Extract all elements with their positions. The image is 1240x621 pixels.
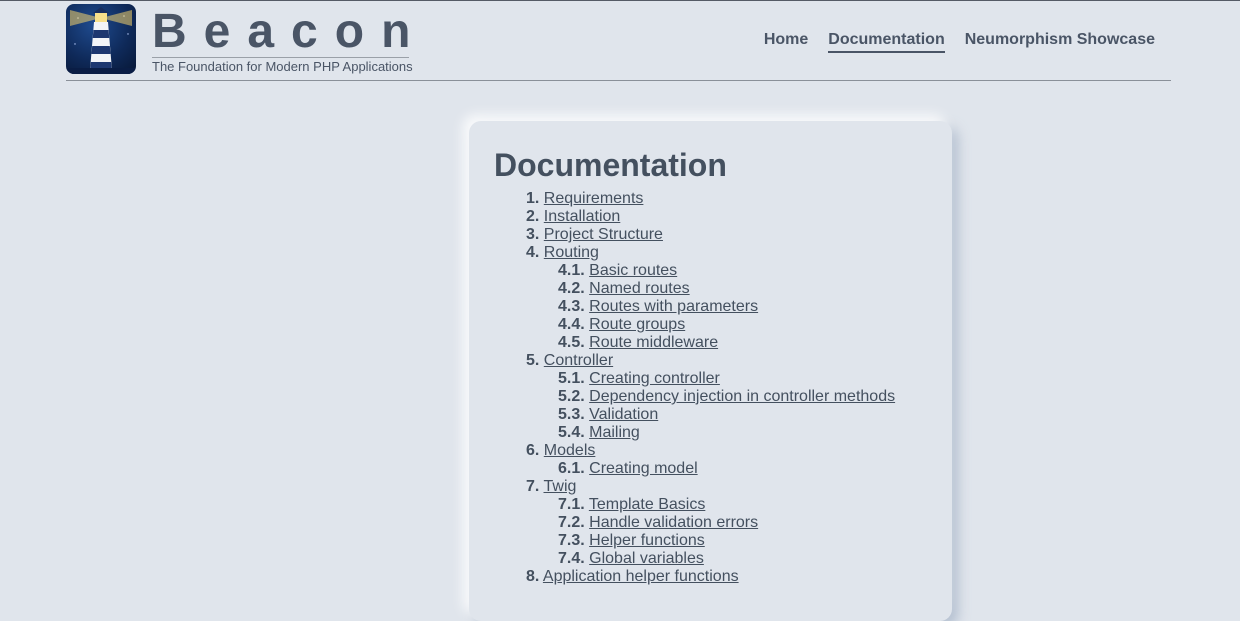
- toc-subitem: 5.4. Mailing: [558, 424, 895, 442]
- toc-link-application-helper-functions[interactable]: Application helper functions: [543, 568, 739, 585]
- toc-subitem-number: 4.1.: [558, 262, 585, 279]
- toc-link-basic-routes[interactable]: Basic routes: [589, 262, 677, 279]
- toc-sublist: 6.1. Creating model: [526, 460, 895, 478]
- toc-link-requirements[interactable]: Requirements: [544, 190, 644, 207]
- brand-subtitle: The Foundation for Modern PHP Applicatio…: [152, 59, 413, 74]
- toc-subitem: 6.1. Creating model: [558, 460, 895, 478]
- toc-subitem-number: 4.5.: [558, 334, 585, 351]
- toc-link-creating-controller[interactable]: Creating controller: [589, 370, 720, 387]
- toc-item-number: 7.: [526, 478, 540, 495]
- toc-sublist: 7.1. Template Basics 7.2. Handle validati…: [526, 496, 895, 568]
- toc-subitem-number: 4.2.: [558, 280, 585, 297]
- toc-subitem-number: 6.1.: [558, 460, 585, 477]
- documentation-card: Documentation 1. Requirements 2. Installa…: [469, 121, 952, 621]
- toc-subitem-number: 7.3.: [558, 532, 585, 549]
- toc-link-creating-model[interactable]: Creating model: [589, 460, 698, 477]
- toc-subitem: 4.4. Route groups: [558, 316, 895, 334]
- toc-item-number: 6.: [526, 442, 540, 459]
- nav-home-link[interactable]: Home: [764, 31, 808, 53]
- toc-link-mailing[interactable]: Mailing: [589, 424, 640, 441]
- toc-sublist: 5.1. Creating controller 5.2. Dependency …: [526, 370, 895, 442]
- toc-subitem-number: 5.1.: [558, 370, 585, 387]
- toc-link-routes-with-parameters[interactable]: Routes with parameters: [589, 298, 758, 315]
- toc-link-twig[interactable]: Twig: [544, 478, 577, 495]
- toc-subitem: 7.2. Handle validation errors: [558, 514, 895, 532]
- toc-subitem-number: 4.4.: [558, 316, 585, 333]
- toc-item: 6. Models 6.1. Creating model: [526, 442, 895, 478]
- toc-link-template-basics[interactable]: Template Basics: [589, 496, 706, 513]
- toc-subitem: 4.2. Named routes: [558, 280, 895, 298]
- toc-subitem: 7.3. Helper functions: [558, 532, 895, 550]
- toc-link-validation[interactable]: Validation: [589, 406, 658, 423]
- toc-item-number: 1.: [526, 190, 540, 207]
- toc-subitem: 5.1. Creating controller: [558, 370, 895, 388]
- toc-link-installation[interactable]: Installation: [544, 208, 621, 225]
- brand-title: Beacon: [152, 5, 428, 58]
- toc-subitem: 4.1. Basic routes: [558, 262, 895, 280]
- toc-link-named-routes[interactable]: Named routes: [589, 280, 690, 297]
- toc-link-routing[interactable]: Routing: [544, 244, 599, 261]
- nav-documentation-link[interactable]: Documentation: [828, 31, 945, 53]
- toc-subitem-number: 7.1.: [558, 496, 585, 513]
- toc-subitem: 7.4. Global variables: [558, 550, 895, 568]
- toc-item-number: 5.: [526, 352, 540, 369]
- toc-item: 8. Application helper functions: [526, 568, 895, 586]
- toc-item-number: 8.: [526, 568, 540, 585]
- toc-item: 2. Installation: [526, 208, 895, 226]
- toc-item: 3. Project Structure: [526, 226, 895, 244]
- toc-subitem-number: 5.2.: [558, 388, 585, 405]
- toc-item-number: 3.: [526, 226, 540, 243]
- toc-item: 7. Twig 7.1. Template Basics 7.2. Handle v…: [526, 478, 895, 568]
- toc-subitem: 4.3. Routes with parameters: [558, 298, 895, 316]
- brand-divider: [152, 57, 409, 58]
- table-of-contents: 1. Requirements 2. Installation 3. Project…: [526, 190, 895, 586]
- toc-subitem: 7.1. Template Basics: [558, 496, 895, 514]
- toc-subitem-number: 7.2.: [558, 514, 585, 531]
- toc-link-project-structure[interactable]: Project Structure: [544, 226, 663, 243]
- toc-item: 1. Requirements: [526, 190, 895, 208]
- toc-item: 5. Controller 5.1. Creating controller 5.2…: [526, 352, 895, 442]
- toc-subitem: 5.2. Dependency injection in controller …: [558, 388, 895, 406]
- toc-link-controller[interactable]: Controller: [544, 352, 613, 369]
- page-title: Documentation: [494, 147, 727, 183]
- toc-item-number: 2.: [526, 208, 540, 225]
- toc-sublist: 4.1. Basic routes 4.2. Named routes 4.3. R…: [526, 262, 895, 352]
- toc-link-models[interactable]: Models: [544, 442, 596, 459]
- toc-link-dependency-injection-in-controller-methods[interactable]: Dependency injection in controller metho…: [589, 388, 895, 405]
- toc-item-number: 4.: [526, 244, 540, 261]
- toc-subitem-number: 7.4.: [558, 550, 585, 567]
- toc-link-route-groups[interactable]: Route groups: [589, 316, 685, 333]
- nav-neumorphism-showcase-link[interactable]: Neumorphism Showcase: [965, 31, 1155, 53]
- toc-link-handle-validation-errors[interactable]: Handle validation errors: [589, 514, 758, 531]
- site-header: Beacon The Foundation for Modern PHP App…: [66, 0, 1171, 81]
- toc-item: 4. Routing 4.1. Basic routes 4.2. Named ro…: [526, 244, 895, 352]
- toc-subitem-number: 5.3.: [558, 406, 585, 423]
- toc-link-helper-functions[interactable]: Helper functions: [589, 532, 705, 549]
- toc-link-global-variables[interactable]: Global variables: [589, 550, 704, 567]
- toc-subitem: 4.5. Route middleware: [558, 334, 895, 352]
- toc-subitem: 5.3. Validation: [558, 406, 895, 424]
- main-nav: Home Documentation Neumorphism Showcase: [764, 31, 1155, 53]
- toc-subitem-number: 4.3.: [558, 298, 585, 315]
- toc-subitem-number: 5.4.: [558, 424, 585, 441]
- lighthouse-logo-icon[interactable]: [66, 4, 136, 74]
- toc-link-route-middleware[interactable]: Route middleware: [589, 334, 718, 351]
